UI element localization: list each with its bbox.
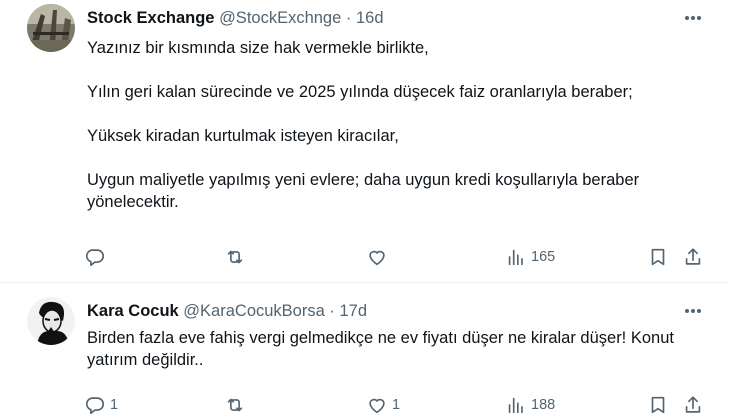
like-count: 1 <box>392 397 401 413</box>
views-icon <box>508 397 523 414</box>
reply-icon <box>85 249 105 267</box>
tweet-paragraph: Birden fazla eve fahiş vergi gelmedikçe … <box>87 329 674 369</box>
like-button[interactable] <box>366 245 392 269</box>
separator-dot: · <box>329 302 335 320</box>
views-button[interactable]: 188 <box>505 393 555 417</box>
heart-icon <box>369 398 385 414</box>
tweet-header: Stock Exchange @StockExchnge · 16d <box>87 7 384 29</box>
tweet-time[interactable]: 16d <box>356 9 384 27</box>
bookmark-button[interactable] <box>647 393 669 417</box>
tweet-paragraph: Yılın geri kalan sürecinde ve 2025 yılın… <box>87 83 633 101</box>
more-icon[interactable] <box>680 8 706 28</box>
heart-icon <box>369 250 385 266</box>
tweet[interactable]: Kara Cocuk @KaraCocukBorsa · 17d Birden … <box>0 282 730 420</box>
avatar[interactable] <box>27 297 75 345</box>
action-bar: 165 <box>0 245 730 269</box>
repost-icon <box>227 398 243 412</box>
tweet-text: Birden fazla eve fahiş vergi gelmedikçe … <box>87 327 707 371</box>
repost-button[interactable] <box>224 245 250 269</box>
bookmark-icon <box>651 248 665 266</box>
author-name[interactable]: Stock Exchange <box>87 9 214 27</box>
bookmark-button[interactable] <box>647 245 669 269</box>
views-count: 188 <box>531 397 556 413</box>
tweet-text: Yazınız bir kısmında size hak vermekle b… <box>87 37 707 213</box>
author-name[interactable]: Kara Cocuk <box>87 302 179 320</box>
share-button[interactable] <box>682 245 704 269</box>
repost-icon <box>227 250 243 264</box>
tweet[interactable]: Stock Exchange @StockExchnge · 16d Yazın… <box>0 0 730 282</box>
share-icon <box>685 396 701 413</box>
separator-dot: · <box>345 9 352 27</box>
repost-button[interactable] <box>224 393 250 417</box>
author-handle[interactable]: @StockExchnge <box>219 9 341 27</box>
author-handle[interactable]: @KaraCocukBorsa <box>183 302 324 320</box>
like-button[interactable]: 1 <box>366 393 400 417</box>
share-button[interactable] <box>682 393 704 417</box>
views-count: 165 <box>531 249 556 265</box>
bookmark-icon <box>651 396 665 414</box>
tweet-paragraph: Yüksek kiradan kurtulmak isteyen kiracıl… <box>87 127 399 145</box>
action-bar: 1 1 188 <box>0 393 730 417</box>
reply-count: 1 <box>110 397 119 413</box>
reply-icon <box>85 397 105 415</box>
share-icon <box>685 248 701 265</box>
tweet-time[interactable]: 17d <box>339 302 367 320</box>
views-button[interactable]: 165 <box>505 245 555 269</box>
reply-button[interactable] <box>84 245 110 269</box>
avatar[interactable] <box>27 4 75 52</box>
reply-button[interactable]: 1 <box>84 393 118 417</box>
tweet-paragraph: Yazınız bir kısmında size hak vermekle b… <box>87 39 429 57</box>
tweet-paragraph: Uygun maliyetle yapılmış yeni evlere; da… <box>87 171 640 211</box>
more-icon[interactable] <box>680 301 706 321</box>
views-icon <box>508 249 523 266</box>
tweet-header: Kara Cocuk @KaraCocukBorsa · 17d <box>87 300 367 322</box>
